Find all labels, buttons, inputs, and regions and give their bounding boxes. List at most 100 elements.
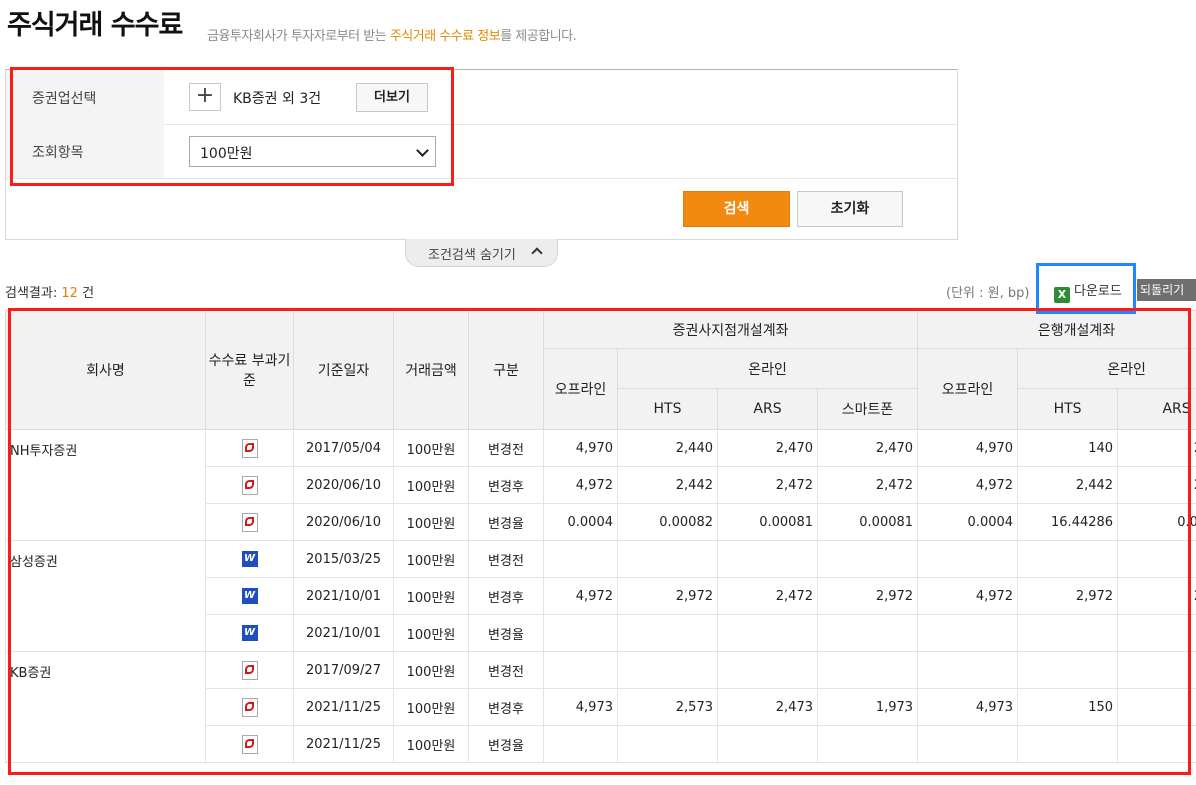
company-select-row: 증권업선택 + KB증권 외 3건 더보기 (6, 70, 957, 125)
pdf-doc-icon[interactable] (241, 660, 258, 680)
pdf-doc-icon[interactable] (241, 438, 258, 458)
cell-hts (617, 651, 718, 689)
header-hts: HTS (617, 388, 718, 430)
cell-bank-hts (1017, 540, 1119, 578)
cell-date: 2020/06/10 (293, 503, 394, 541)
pdf-doc-icon[interactable] (241, 734, 258, 754)
header-type: 구분 (468, 310, 544, 430)
back-button[interactable]: 되돌리기 (1137, 279, 1196, 301)
cell-type: 변경전 (468, 429, 544, 467)
cell-fee-doc[interactable] (205, 725, 294, 763)
cell-bank-hts (1017, 725, 1119, 763)
result-table-body: NH투자증권 2017/05/04 100만원 변경전 4,970 2,440 2,470 2… (5, 429, 1196, 763)
cell-date: 2020/06/10 (293, 466, 394, 504)
cell-fee-doc[interactable] (205, 429, 294, 467)
cell-fee-doc[interactable] (205, 688, 294, 726)
pdf-doc-icon[interactable] (241, 475, 258, 495)
header-bank-online: 온라인 (1017, 348, 1196, 389)
add-company-button[interactable]: + (189, 83, 221, 111)
cell-smartphone (816, 614, 919, 652)
header-amount: 거래금액 (393, 310, 469, 430)
header-branch-account: 증권사지점개설계좌 (542, 310, 919, 349)
search-button[interactable]: 검색 (683, 191, 790, 227)
cell-type: 변경전 (468, 651, 544, 689)
cell-type: 변경후 (468, 577, 544, 615)
cell-date: 2021/10/01 (293, 614, 394, 652)
cell-bank-offline: 4,972 (917, 577, 1019, 615)
search-panel: 증권업선택 + KB증권 외 3건 더보기 조회항목 100만원 검색 초기화 (5, 69, 958, 240)
cell-fee-doc[interactable]: W (205, 540, 294, 578)
hide-conditions-toggle[interactable]: 조건검색 숨기기 (405, 239, 558, 267)
page-title: 주식거래 수수료 (7, 10, 183, 41)
cell-amount: 100만원 (393, 577, 469, 615)
cell-bank-hts: 2,442 (1017, 466, 1119, 504)
cell-fee-doc[interactable]: W (205, 577, 294, 615)
cell-smartphone: 2,470 (816, 429, 919, 467)
company-label-cell: 증권업선택 (6, 70, 164, 124)
reset-button[interactable]: 초기화 (797, 191, 903, 227)
table-row: KB증권 2017/09/27 100만원 변경전 (5, 651, 1196, 763)
pdf-doc-icon[interactable] (241, 697, 258, 717)
table-row: 삼성증권 W 2015/03/25 100만원 변경전 (5, 540, 1196, 652)
cell-smartphone: 2,972 (816, 577, 919, 615)
cell-smartphone (816, 725, 919, 763)
header-online: 온라인 (616, 348, 919, 389)
more-button[interactable]: 더보기 (356, 83, 428, 112)
toggle-label: 조건검색 숨기기 (428, 248, 516, 263)
cell-bank-ars: 2,472 (1117, 577, 1196, 615)
cell-bank-ars (1117, 540, 1196, 578)
cell-hts: 2,573 (617, 688, 718, 726)
result-count-unit: 건 (82, 286, 95, 301)
cell-company: 삼성증권 (5, 540, 206, 652)
cell-date: 2017/09/27 (293, 651, 394, 689)
cell-ars: 2,473 (717, 688, 818, 726)
cell-bank-hts (1017, 614, 1119, 652)
cell-hts: 0.00082 (617, 503, 718, 541)
cell-fee-doc[interactable]: W (205, 614, 294, 652)
header-bank-offline: 오프라인 (917, 348, 1019, 430)
company-selection-text: KB증권 외 3건 (233, 91, 322, 107)
company-label: 증권업선택 (32, 91, 97, 107)
table-row: NH투자증권 2017/05/04 100만원 변경전 4,970 2,440 2,470 2… (5, 429, 1196, 541)
header-bank-account: 은행개설계좌 (917, 310, 1196, 349)
item-select[interactable]: 100만원 (189, 136, 436, 167)
cell-type: 변경율 (468, 503, 544, 541)
unit-text: (단위 : 원, bp) (946, 286, 1030, 301)
cell-smartphone: 2,472 (816, 466, 919, 504)
cell-amount: 100만원 (393, 503, 469, 541)
cell-bank-ars (1117, 614, 1196, 652)
cell-fee-doc[interactable] (205, 466, 294, 504)
cell-offline (543, 651, 618, 689)
page-description: 금융투자회사가 투자자로부터 받는 주식거래 수수료 정보를 제공합니다. (207, 25, 577, 44)
cell-smartphone (816, 540, 919, 578)
cell-date: 2021/11/25 (293, 688, 394, 726)
cell-bank-ars (1117, 651, 1196, 689)
header-bank-ars: ARS (1117, 388, 1196, 430)
cell-bank-hts: 150 (1017, 688, 1119, 726)
download-button[interactable]: X 다운로드 (1054, 280, 1122, 303)
cell-offline (543, 725, 618, 763)
word-doc-icon[interactable]: W (241, 551, 258, 567)
cell-ars: 2,470 (717, 429, 818, 467)
cell-ars (717, 614, 818, 652)
chevron-down-icon (416, 144, 429, 157)
cell-offline: 0.0004 (543, 503, 618, 541)
cell-bank-offline: 0.0004 (917, 503, 1019, 541)
cell-bank-hts (1017, 651, 1119, 689)
cell-fee-doc[interactable] (205, 503, 294, 541)
result-count-label: 검색결과: (5, 286, 58, 301)
header-bank-hts: HTS (1017, 388, 1119, 430)
cell-amount: 100만원 (393, 466, 469, 504)
cell-hts (617, 725, 718, 763)
cell-company: NH투자증권 (5, 429, 206, 541)
cell-fee-doc[interactable] (205, 651, 294, 689)
cell-bank-offline: 4,972 (917, 466, 1019, 504)
pdf-doc-icon[interactable] (241, 512, 258, 532)
cell-amount: 100만원 (393, 614, 469, 652)
word-doc-icon[interactable]: W (241, 625, 258, 641)
cell-date: 2021/11/25 (293, 725, 394, 763)
cell-type: 변경율 (468, 614, 544, 652)
cell-amount: 100만원 (393, 688, 469, 726)
cell-offline: 4,970 (543, 429, 618, 467)
word-doc-icon[interactable]: W (241, 588, 258, 604)
